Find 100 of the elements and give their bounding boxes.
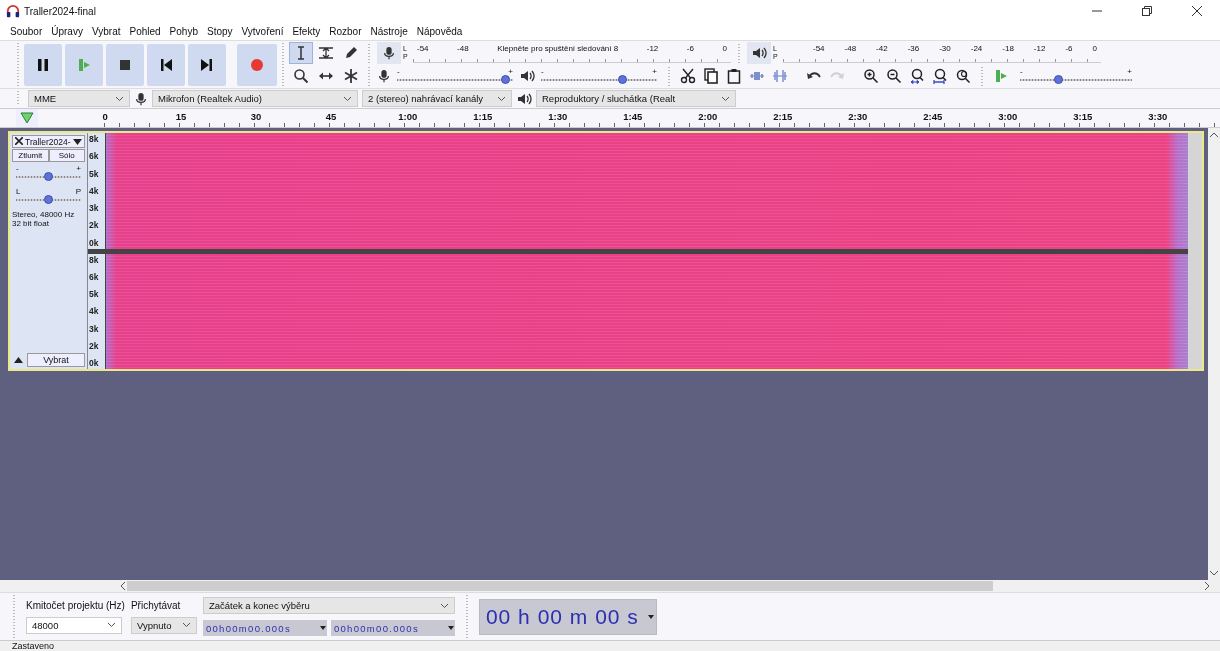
frequency-label: 3k (89, 203, 100, 213)
menu-item[interactable]: Úpravy (51, 25, 83, 37)
dropdown-caret-icon (319, 626, 326, 630)
dropdown-caret-icon (343, 95, 352, 102)
skip-start-icon (158, 56, 174, 73)
audio-track[interactable]: Traller2024- Ztlumit Sólo - + L P Stereo, 48000 Hz 32 bit float Vybrat 8k 6k 5k 4k 3k 2k 0k 8k 6k 5k 4k 3k 2k 0k (8, 131, 1204, 371)
timeline-tick: 2:30 (848, 111, 868, 122)
snap-dropdown[interactable]: Vypnuto (130, 616, 197, 634)
asterisk-icon (343, 68, 359, 84)
meter-tick: -12 (646, 44, 659, 53)
pause-button[interactable] (24, 43, 62, 86)
stop-button[interactable] (106, 43, 144, 86)
meter-tick: -18 (1002, 44, 1014, 53)
meter-tick: -54 (813, 44, 825, 53)
menu-item[interactable]: Nástroje (370, 25, 408, 37)
speaker-icon (519, 68, 535, 84)
timeline-tick: 1:30 (548, 111, 568, 122)
dropdown-caret-icon (115, 95, 124, 102)
select-track-button[interactable]: Vybrat (27, 353, 85, 367)
playback-meter[interactable]: -54 -48 -42 -36 -30 -24 -18 -12 -6 0 (783, 43, 1101, 63)
meter-tick: -48 (457, 44, 469, 53)
close-icon (15, 137, 23, 145)
slider-min-label: - (1020, 67, 1023, 76)
menu-item[interactable]: Vybrat (91, 25, 121, 37)
menu-item[interactable]: Vytvoření (241, 25, 284, 37)
menu-item[interactable]: Pohled (129, 25, 161, 37)
selection-mode-dropdown[interactable]: Začátek a konec výběru (202, 597, 455, 614)
channels-dropdown[interactable]: 2 (stereo) nahrávací kanály (362, 90, 512, 107)
slider-thumb[interactable] (500, 74, 510, 84)
frequency-label: 6k (89, 271, 100, 282)
menu-item[interactable]: Rozbor (329, 25, 362, 37)
skip-start-button[interactable] (147, 43, 185, 86)
slider-max-label: + (76, 165, 81, 173)
slider-thumb[interactable] (44, 195, 53, 204)
meter-tick: -6 (1065, 44, 1073, 53)
timeline-tick: 2:15 (773, 111, 793, 122)
waveform-icon (772, 68, 788, 84)
microphone-icon (377, 68, 391, 84)
slider-min-label: - (541, 67, 544, 76)
menu-item[interactable]: Efekty (292, 25, 321, 37)
scroll-up-icon (1210, 132, 1218, 137)
vertical-scrollbar[interactable] (1208, 128, 1220, 580)
recording-meter[interactable]: -54 -48 Klepněte pro spuštění sledování 8 -12 -6 0 (413, 43, 731, 63)
frequency-label: 2k (89, 220, 100, 231)
copy-icon (703, 68, 719, 84)
dropdown-caret-icon (497, 95, 506, 102)
horizontal-scrollbar[interactable] (0, 580, 1220, 592)
slider-thumb[interactable] (618, 74, 628, 84)
triangle-icon (20, 112, 34, 124)
scroll-left-icon (120, 582, 125, 590)
slider-max-label: + (508, 67, 513, 76)
meter-hint: Klepněte pro spuštění sledování 8 (497, 44, 619, 53)
selection-start-time[interactable]: 00h00m00.000s (202, 620, 327, 636)
meter-tick: -6 (686, 44, 694, 53)
menu-item[interactable]: Nápověda (416, 25, 463, 37)
scroll-down-icon (1210, 571, 1218, 576)
dropdown-caret-icon (721, 95, 730, 102)
audio-position-time[interactable]: 00 h 00 m 00 s (478, 598, 657, 635)
timeline-tick: 2:00 (698, 111, 718, 122)
playback-meter-button[interactable] (747, 42, 771, 64)
scrollbar-thumb[interactable] (127, 581, 993, 591)
recording-device-dropdown[interactable]: Mikrofon (Realtek Audio) (152, 90, 358, 107)
menu-item[interactable]: Stopy (206, 25, 233, 37)
timeline-tick: 15 (175, 111, 187, 122)
headphones-icon (6, 4, 20, 18)
slider-thumb[interactable] (1054, 74, 1063, 84)
frequency-label: 0k (89, 237, 100, 248)
slider-min-label: - (16, 165, 19, 173)
frequency-label: 3k (89, 323, 100, 334)
selection-end-time[interactable]: 00h00m00.000s (330, 620, 455, 636)
zoom-in-icon (863, 68, 879, 84)
timeline-tick: 3:30 (1148, 111, 1168, 122)
meter-tick: -36 (907, 44, 920, 53)
menu-item[interactable]: Soubor (10, 25, 43, 37)
record-button[interactable] (237, 43, 277, 86)
pencil-icon (343, 45, 359, 61)
skip-end-button[interactable] (188, 43, 226, 86)
frequency-label: 2k (89, 340, 100, 351)
slider-min-label: - (397, 67, 400, 76)
frequency-label: 6k (89, 151, 100, 162)
timeline-options-button[interactable] (16, 109, 38, 127)
playback-device-dropdown[interactable]: Reproduktory / sluchátka (Realt (536, 90, 736, 107)
recording-meter-button[interactable] (377, 42, 401, 64)
timeline-tick: 3:15 (1073, 111, 1093, 122)
microphone-icon (134, 90, 148, 107)
slider-max-label: + (1127, 67, 1132, 76)
close-track-button[interactable] (15, 136, 23, 147)
zoom-fit-icon (909, 68, 925, 84)
close-icon (1192, 6, 1202, 16)
meter-tick: -12 (1033, 44, 1046, 53)
solo-button[interactable]: Sólo (48, 149, 85, 162)
slider-thumb[interactable] (44, 172, 53, 181)
project-rate-dropdown[interactable]: 48000 (26, 616, 122, 634)
track-info: Stereo, 48000 Hz (12, 210, 76, 219)
menu-item[interactable]: Pohyb (169, 25, 198, 37)
caret-icon (72, 138, 82, 145)
timeline-tick: 2:45 (923, 111, 943, 122)
speaker-icon (751, 45, 767, 61)
host-dropdown[interactable]: MME (28, 90, 130, 107)
mute-button[interactable]: Ztlumit (12, 149, 49, 162)
